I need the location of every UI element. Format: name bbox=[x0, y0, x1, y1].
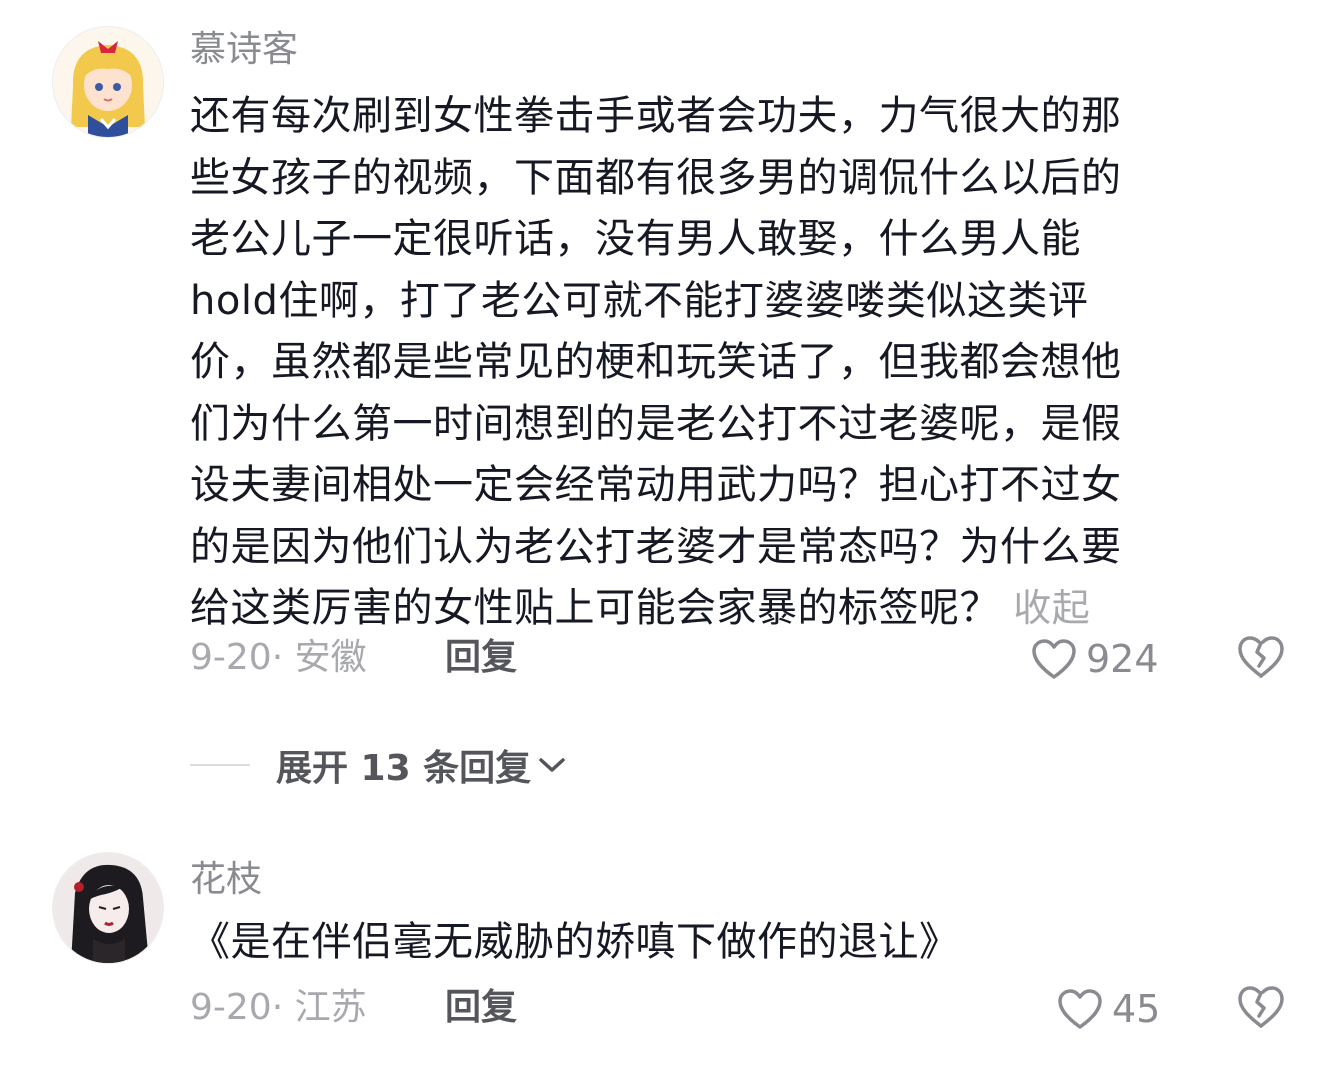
heart-outline-icon bbox=[1032, 639, 1076, 679]
dislike-button[interactable] bbox=[1236, 984, 1286, 1034]
comment-line: 《是在伴侣毫无威胁的娇嗔下做作的退让》 bbox=[190, 919, 960, 965]
reply-button[interactable]: 回复 bbox=[445, 636, 517, 680]
avatar-dark-hair-girl-image bbox=[53, 853, 163, 963]
comment-line: 价，虽然都是些常见的梗和玩笑话了，但我都会想他 bbox=[190, 339, 1122, 385]
comment-line: 老公儿子一定很听话，没有男人敢娶，什么男人能 bbox=[190, 216, 1081, 262]
comment-text: 《是在伴侣毫无威胁的娇嗔下做作的退让》 bbox=[190, 912, 1285, 974]
like-button[interactable]: 45 bbox=[1056, 984, 1160, 1034]
comment-line: 们为什么第一时间想到的是老公打不过老婆呢，是假 bbox=[190, 400, 1122, 447]
comment-line: hold住啊，打了老公可就不能打婆婆喽类似这类评 bbox=[190, 277, 1089, 324]
avatar-anime-girl-image bbox=[53, 27, 163, 137]
like-button[interactable]: 924 bbox=[1030, 634, 1159, 684]
dislike-button[interactable] bbox=[1236, 634, 1286, 684]
avatar[interactable] bbox=[52, 852, 164, 964]
divider-line bbox=[190, 764, 250, 766]
comment-meta: 9-20· 安徽 bbox=[190, 637, 367, 678]
like-count: 924 bbox=[1086, 637, 1159, 681]
comment-line: 些女孩子的视频，下面都有很多男的调侃什么以后的 bbox=[190, 154, 1122, 201]
comment-meta: 9-20· 江苏 bbox=[190, 987, 367, 1028]
comment-line-last: 给这类厉害的女性贴上可能会家暴的标签呢？ 收起 bbox=[190, 578, 1285, 640]
comment-line: 还有每次刷到女性拳击手或者会功夫，力气很大的那 bbox=[190, 93, 1122, 139]
reply-button[interactable]: 回复 bbox=[445, 986, 517, 1030]
comment-line: 的是因为他们认为老公打老婆才是常态吗？为什么要 bbox=[190, 523, 1122, 570]
expand-replies[interactable]: 展开 13 条回复 bbox=[190, 740, 567, 790]
broken-heart-icon bbox=[1238, 986, 1284, 1028]
heart-outline-icon bbox=[1058, 989, 1102, 1029]
comment-text: 还有每次刷到女性拳击手或者会功夫，力气很大的那 些女孩子的视频，下面都有很多男的… bbox=[190, 86, 1285, 640]
username[interactable]: 慕诗客 bbox=[190, 28, 298, 72]
expand-replies-label: 展开 13 条回复 bbox=[276, 748, 532, 789]
username[interactable]: 花枝 bbox=[190, 858, 262, 902]
collapse-link[interactable]: 收起 bbox=[1013, 586, 1090, 630]
comment-line-text: 给这类厉害的女性贴上可能会家暴的标签呢？ bbox=[190, 585, 1000, 631]
avatar[interactable] bbox=[52, 26, 164, 138]
like-count: 45 bbox=[1112, 987, 1161, 1031]
chevron-down-icon bbox=[539, 758, 565, 772]
comment-line: 设夫妻间相处一定会经常动用武力吗？担心打不过女 bbox=[190, 462, 1122, 508]
broken-heart-icon bbox=[1238, 636, 1284, 678]
